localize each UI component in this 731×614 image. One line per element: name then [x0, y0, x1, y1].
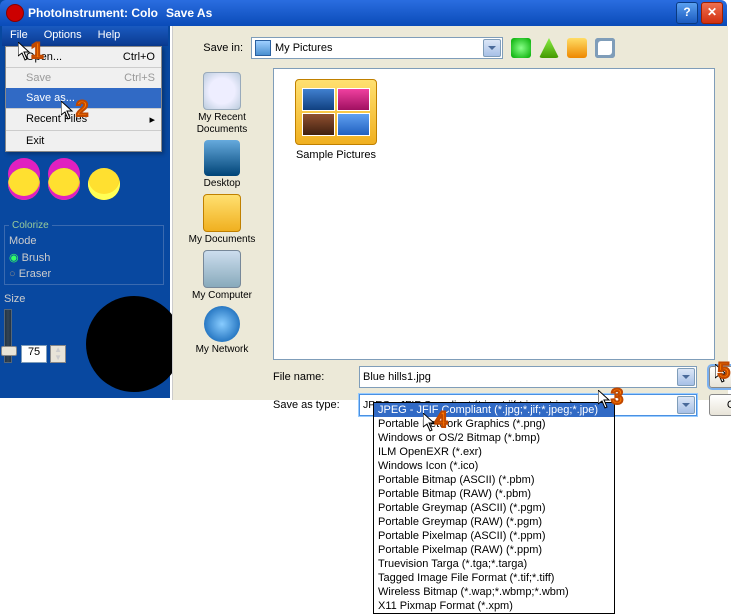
format-option[interactable]: Tagged Image File Format (*.tif;*.tiff) [374, 571, 614, 585]
places-desktop[interactable]: Desktop [182, 140, 262, 190]
titlebar: PhotoInstrument: Colo Save As ? ✕ [0, 0, 727, 26]
format-option[interactable]: Portable Network Graphics (*.png) [374, 417, 614, 431]
emoji-icon [48, 168, 80, 200]
chevron-down-icon[interactable] [677, 396, 695, 414]
recent-icon [203, 72, 241, 110]
places-mycomp[interactable]: My Computer [182, 250, 262, 302]
places-recent[interactable]: My Recent Documents [182, 72, 262, 136]
type-label: Save as type: [273, 399, 359, 411]
back-icon[interactable] [511, 38, 531, 58]
filename-label: File name: [273, 371, 359, 383]
file-list[interactable]: Sample Pictures [273, 68, 715, 360]
submenu-arrow-icon: ▸ [139, 113, 155, 126]
menu-exit[interactable]: Exit [6, 130, 161, 151]
format-option[interactable]: Portable Pixelmap (RAW) (*.ppm) [374, 543, 614, 557]
format-option[interactable]: ILM OpenEXR (*.exr) [374, 445, 614, 459]
folder-sample-pictures[interactable]: Sample Pictures [288, 79, 384, 161]
cancel-button[interactable]: Cancel [709, 394, 731, 416]
menu-options[interactable]: Options [36, 26, 90, 46]
brush-preview [86, 296, 182, 392]
format-option[interactable]: Wireless Bitmap (*.wap;*.wbmp;*.wbm) [374, 585, 614, 599]
size-slider[interactable] [4, 309, 12, 363]
documents-icon [203, 194, 241, 232]
places-mydocs[interactable]: My Documents [182, 194, 262, 246]
cursor-icon [61, 101, 75, 121]
save-as-dialog: Save in: My Pictures My Recent Documents… [172, 26, 728, 400]
format-option[interactable]: Windows or OS/2 Bitmap (*.bmp) [374, 431, 614, 445]
callout-1: 1 [31, 38, 43, 64]
app-icon [6, 4, 24, 22]
close-button[interactable]: ✕ [701, 2, 723, 24]
format-option[interactable]: X11 Pixmap Format (*.xpm) [374, 599, 614, 613]
callout-4: 4 [435, 407, 447, 433]
emoji-icon [88, 168, 120, 200]
format-option[interactable]: Portable Bitmap (ASCII) (*.pbm) [374, 473, 614, 487]
desktop-icon [204, 140, 240, 176]
filename-input[interactable]: Blue hills1.jpg [359, 366, 697, 388]
type-dropdown-list[interactable]: JPEG - JFIF Compliant (*.jpg;*.jif;*.jpe… [373, 402, 615, 614]
dialog-title: Save As [166, 6, 212, 20]
spinner-icon[interactable]: ▲▼ [50, 345, 66, 363]
radio-brush[interactable]: Brush [22, 252, 51, 264]
menu-help[interactable]: Help [90, 26, 129, 46]
callout-3: 3 [611, 384, 623, 410]
colorize-group: Colorize Mode ◉ Brush ○ Eraser [4, 220, 164, 285]
format-option[interactable]: JPEG - JFIF Compliant (*.jpg;*.jif;*.jpe… [374, 403, 614, 417]
emoji-icon [8, 168, 40, 200]
network-icon [204, 306, 240, 342]
format-option[interactable]: Portable Greymap (ASCII) (*.pgm) [374, 501, 614, 515]
places-sidebar: My Recent Documents Desktop My Documents… [173, 66, 271, 392]
view-menu-icon[interactable] [595, 38, 615, 58]
folder-location-icon [255, 40, 271, 56]
chevron-down-icon[interactable] [677, 368, 695, 386]
format-option[interactable]: Truevision Targa (*.tga;*.targa) [374, 557, 614, 571]
up-icon[interactable] [539, 38, 559, 58]
format-option[interactable]: Portable Bitmap (RAW) (*.pbm) [374, 487, 614, 501]
callout-2: 2 [76, 96, 88, 122]
size-value[interactable]: 75 [21, 345, 47, 363]
dialog-toolbar: Save in: My Pictures [173, 26, 728, 66]
mode-label: Mode [9, 235, 159, 247]
callout-5: 5 [718, 358, 730, 384]
menu-save: SaveCtrl+S [6, 67, 161, 88]
new-folder-icon[interactable] [567, 38, 587, 58]
chevron-down-icon[interactable] [483, 39, 501, 57]
save-in-label: Save in: [187, 42, 243, 54]
radio-eraser[interactable]: Eraser [19, 268, 51, 280]
computer-icon [203, 250, 241, 288]
app-title: PhotoInstrument: Colo [28, 6, 158, 20]
emoji-row [8, 168, 120, 200]
help-button[interactable]: ? [676, 2, 698, 24]
folder-icon [295, 79, 377, 145]
places-mynet[interactable]: My Network [182, 306, 262, 356]
save-in-combo[interactable]: My Pictures [251, 37, 503, 59]
cursor-icon [598, 390, 612, 410]
format-option[interactable]: Windows Icon (*.ico) [374, 459, 614, 473]
format-option[interactable]: Portable Greymap (RAW) (*.pgm) [374, 515, 614, 529]
format-option[interactable]: Portable Pixelmap (ASCII) (*.ppm) [374, 529, 614, 543]
cursor-icon [18, 42, 32, 62]
